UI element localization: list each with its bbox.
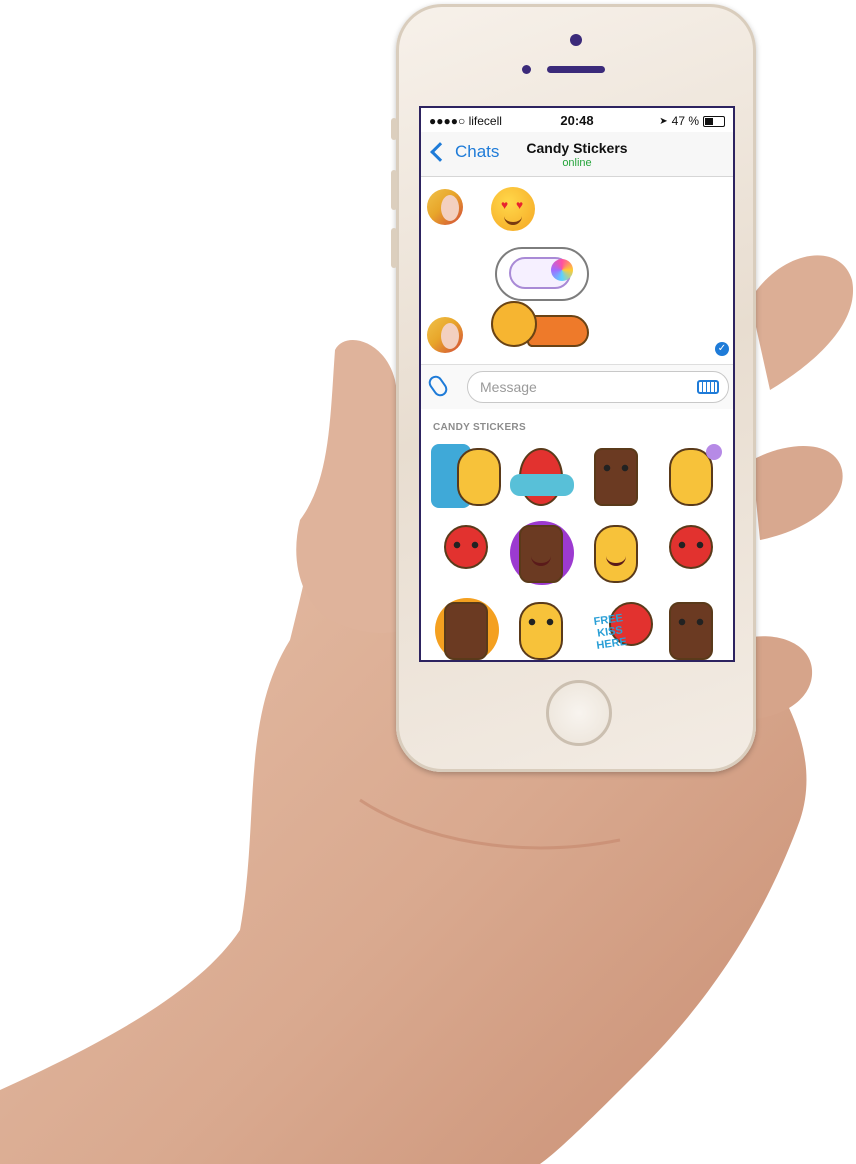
home-button[interactable] [546, 680, 612, 746]
sticker-chocolate-boombox[interactable] [504, 517, 579, 594]
online-status: online [562, 157, 592, 169]
chat-header: Chats Candy Stickers online [421, 132, 733, 177]
status-right: ➤ 47 % [659, 114, 725, 128]
sticker-body [519, 525, 563, 583]
avatar[interactable] [427, 189, 463, 225]
heart-eyes-emoji-sticker[interactable]: ♥ ♥ [491, 187, 535, 231]
sticker-eyes [528, 618, 554, 626]
sticker-chocolate-hearts[interactable] [654, 594, 729, 660]
sticker-eyes [453, 541, 479, 549]
status-bar: ●●●●○ lifecell 20:48 ➤ 47 % [421, 108, 733, 132]
unicorn-mane [551, 259, 573, 281]
location-arrow-icon: ➤ [659, 115, 668, 127]
mute-switch [391, 118, 397, 140]
sticker-disco-candy[interactable] [654, 440, 729, 517]
check-icon: ✓ [715, 342, 729, 356]
sticker-lollipop-thumbs-up[interactable] [654, 517, 729, 594]
sticker-text: FREE KISS HERE [592, 612, 628, 652]
sticker-eyes [603, 464, 629, 472]
sticker-body [444, 602, 488, 660]
sticker-free-kiss-here[interactable]: FREE KISS HERE [579, 594, 654, 660]
disco-ball [706, 444, 722, 460]
paperclip-icon[interactable] [425, 372, 451, 400]
bowl [510, 474, 574, 496]
avatar[interactable] [427, 317, 463, 353]
sticker-fridge[interactable] [429, 440, 504, 517]
sticker-candy-hearts[interactable] [504, 594, 579, 660]
sleeping-candy-sticker[interactable] [491, 301, 589, 351]
volume-down-button [391, 228, 397, 268]
sticker-chocolate-star-eyes[interactable] [429, 594, 504, 660]
candy-head [491, 301, 537, 347]
message-input[interactable]: Message [467, 371, 729, 403]
sticker-body [669, 448, 713, 506]
emoji-mouth [504, 214, 522, 225]
sticker-panel-title: CANDY STICKERS [433, 422, 526, 433]
sticker-body [669, 602, 713, 660]
sticker-body [594, 525, 638, 583]
earpiece-speaker [547, 66, 605, 73]
battery-percent: 47 % [671, 114, 699, 128]
sticker-eyes [678, 618, 704, 626]
sticker-lollipop-wave[interactable] [429, 517, 504, 594]
volume-up-button [391, 170, 397, 210]
sticker-panel: CANDY STICKERS FREE KISS HERE [421, 409, 733, 660]
sticker-body [519, 602, 563, 660]
message-list: ♥ ♥ ✓ [421, 177, 733, 363]
sticker-chocolate-hotdog[interactable] [579, 440, 654, 517]
unicorn-drawing [509, 257, 573, 289]
sticker-laughing-candy[interactable] [579, 517, 654, 594]
sticker-body [457, 448, 501, 506]
dream-cloud-sticker[interactable] [495, 247, 589, 301]
heart-icon: ♥ [501, 198, 509, 212]
proximity-sensor [522, 65, 531, 74]
sticker-body [594, 448, 638, 506]
front-camera [570, 34, 582, 46]
sticker-grid: FREE KISS HERE [429, 440, 729, 660]
battery-icon [703, 115, 725, 127]
composer-bar: Message [421, 364, 733, 409]
chat-title: Candy Stickers [526, 140, 628, 156]
sticker-red-candy-bowl[interactable] [504, 440, 579, 517]
keyboard-icon[interactable] [697, 380, 719, 394]
sticker-eyes [678, 541, 704, 549]
heart-icon: ♥ [516, 198, 524, 212]
phone-screen: ●●●●○ lifecell 20:48 ➤ 47 % Chats Candy … [419, 106, 735, 662]
